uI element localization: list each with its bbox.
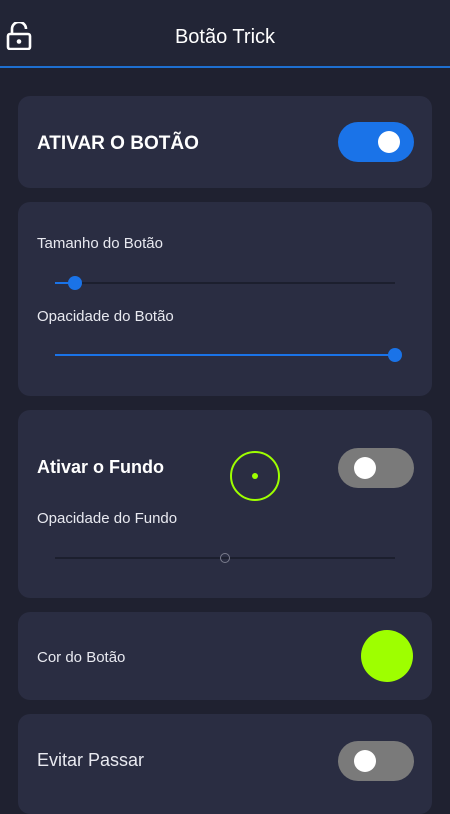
slider-thumb[interactable] — [68, 276, 83, 290]
top-bar: Botão Trick — [0, 0, 450, 68]
activate-background-label: Ativar o Fundo — [37, 457, 164, 477]
activate-button-card: ATIVAR O BOTÃO — [18, 96, 432, 188]
target-dot — [252, 473, 258, 479]
button-color-label: Cor do Botão — [37, 649, 126, 666]
background-opacity-label: Opacidade do Fundo — [37, 510, 178, 527]
button-size-slider[interactable] — [55, 276, 395, 290]
button-size-label: Tamanho do Botão — [37, 235, 163, 252]
activate-button-label: ATIVAR O BOTÃO — [37, 133, 199, 154]
background-card: Ativar o Fundo Opacidade do Fundo — [18, 410, 432, 598]
toggle-knob — [378, 131, 400, 153]
avoid-passing-toggle[interactable] — [338, 741, 414, 781]
avoid-passing-card: Evitar Passar — [18, 714, 432, 814]
slider-thumb[interactable] — [220, 553, 230, 563]
toggle-knob — [354, 750, 376, 772]
button-opacity-slider[interactable] — [55, 348, 402, 362]
slider-thumb[interactable] — [388, 348, 402, 362]
page-title: Botão Trick — [174, 26, 276, 48]
activate-background-toggle[interactable] — [338, 448, 414, 488]
color-swatch[interactable] — [361, 630, 413, 682]
avoid-passing-label: Evitar Passar — [37, 750, 145, 770]
target-icon[interactable] — [230, 451, 280, 501]
slider-fill — [55, 354, 395, 356]
button-opacity-label: Opacidade do Botão — [37, 308, 174, 325]
button-color-card: Cor do Botão — [18, 612, 432, 700]
activate-button-toggle[interactable] — [338, 122, 414, 162]
toggle-knob — [354, 457, 376, 479]
button-sliders-card: Tamanho do Botão Opacidade do Botão — [18, 202, 432, 396]
background-opacity-slider[interactable] — [55, 553, 395, 563]
